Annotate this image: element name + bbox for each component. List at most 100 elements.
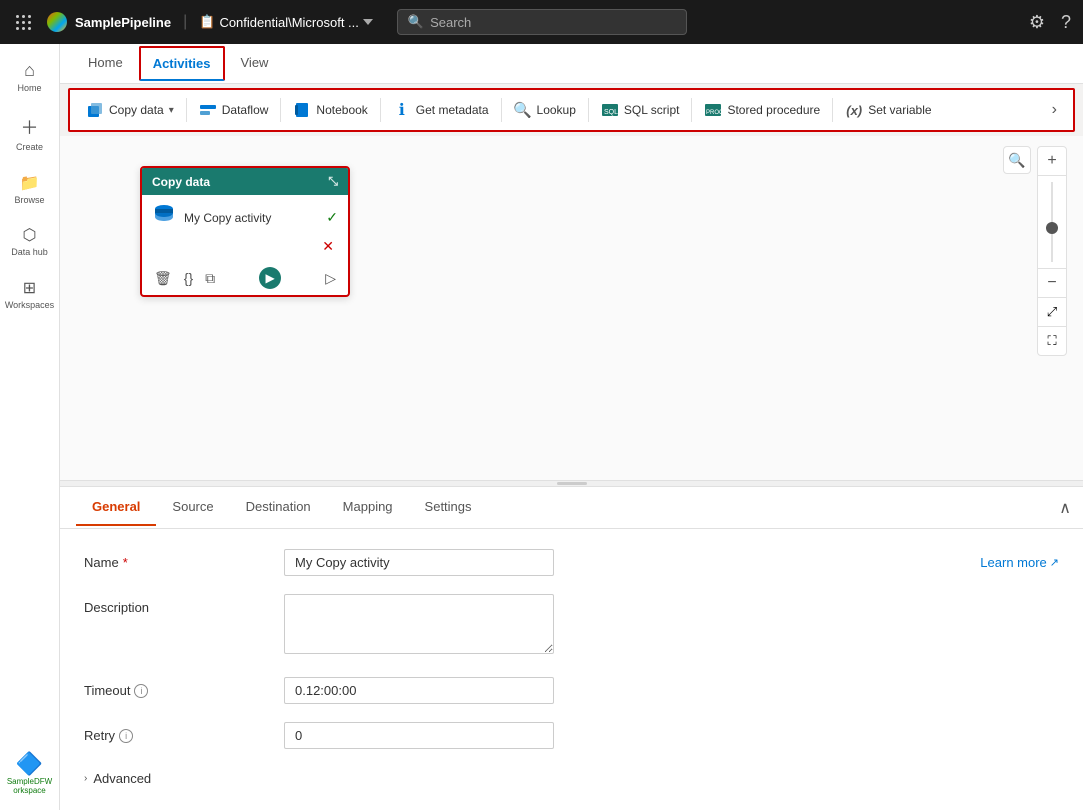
timeout-label: Timeout i [84, 677, 284, 698]
node-body: My Copy activity ✓ ✕ [142, 195, 348, 263]
sidebar-item-data-hub[interactable]: ⬡ Data hub [4, 217, 56, 266]
activity-set-variable[interactable]: (x) Set variable [837, 97, 939, 123]
home-icon: ⌂ [24, 60, 35, 81]
node-copy-button[interactable]: ⧉ [203, 268, 217, 289]
retry-info-icon[interactable]: i [119, 729, 133, 743]
search-bar[interactable]: 🔍 [397, 9, 687, 35]
activities-toolbar: Copy data ▾ Dataflow Notebook ℹ Get met [68, 88, 1075, 132]
description-form-row: Description [84, 594, 1059, 659]
node-expand-icon[interactable]: ⤡ [328, 174, 338, 189]
data-hub-icon: ⬡ [23, 225, 37, 245]
node-header: Copy data ⤡ [142, 168, 348, 195]
main-tabbar: Home Activities View [60, 44, 1083, 84]
timeout-form-row: Timeout i [84, 677, 1059, 704]
settings-icon[interactable]: ⚙ [1029, 12, 1045, 33]
lookup-label: Lookup [537, 103, 576, 117]
chevron-right-icon: › [84, 773, 87, 784]
node-code-button[interactable]: {} [182, 268, 195, 288]
node-activity-name: My Copy activity [184, 211, 318, 225]
svg-text:PROC: PROC [706, 110, 722, 116]
panel-tab-general[interactable]: General [76, 489, 156, 526]
help-icon[interactable]: ? [1061, 12, 1071, 33]
timeout-input[interactable] [284, 677, 554, 704]
activity-dataflow[interactable]: Dataflow [191, 97, 277, 123]
activity-stored-procedure[interactable]: PROC Stored procedure [696, 97, 828, 123]
name-form-row: Name * Learn more ↗ [84, 549, 1059, 576]
activity-sql-script[interactable]: SQL SQL script [593, 97, 688, 123]
activity-get-metadata[interactable]: ℹ Get metadata [385, 97, 497, 123]
name-label: Name * [84, 549, 284, 570]
name-input[interactable] [284, 549, 554, 576]
activity-copy-data[interactable]: Copy data ▾ [78, 97, 182, 123]
separator-7 [832, 98, 833, 122]
panel-content: Name * Learn more ↗ Description [60, 529, 1083, 810]
sidebar-item-workspaces[interactable]: ⊞ Workspaces [4, 270, 56, 319]
app-menu-button[interactable] [12, 11, 35, 34]
workspaces-icon: ⊞ [23, 278, 36, 298]
zoom-slider-track[interactable] [1051, 182, 1053, 262]
sidebar-item-sampledf[interactable]: 🔷 SampleDFW orkspace [0, 745, 59, 802]
copy-data-dropdown-icon[interactable]: ▾ [169, 105, 174, 116]
node-title: Copy data [152, 175, 210, 189]
learn-more-link[interactable]: Learn more ↗ [980, 549, 1059, 570]
node-run-button[interactable]: ▶ [259, 267, 281, 289]
resize-indicator [557, 482, 587, 485]
description-field [284, 594, 1059, 659]
separator-1 [186, 98, 187, 122]
tab-view[interactable]: View [229, 47, 281, 80]
description-textarea[interactable] [284, 594, 554, 654]
retry-label: Retry i [84, 722, 284, 743]
timeout-field [284, 677, 1059, 704]
sidebar-item-home[interactable]: ⌂ Home [4, 52, 56, 102]
canvas-search-button[interactable]: 🔍 [1003, 146, 1031, 174]
bottom-panel: General Source Destination Mapping Setti… [60, 486, 1083, 810]
workspace-selector[interactable]: 📋 Confidential\Microsoft ... [199, 14, 373, 30]
copy-data-node[interactable]: Copy data ⤡ My Copy activity ✓ ✕ [140, 166, 350, 297]
search-input[interactable] [430, 15, 670, 30]
activity-lookup[interactable]: 🔍 Lookup [506, 97, 584, 123]
topbar: SamplePipeline | 📋 Confidential\Microsof… [0, 0, 1083, 44]
separator-4 [501, 98, 502, 122]
separator-3 [380, 98, 381, 122]
zoom-controls: + − ⤢ ⛶ [1037, 146, 1067, 356]
panel-tab-destination[interactable]: Destination [230, 489, 327, 526]
sidebar-item-browse[interactable]: 📁 Browse [4, 165, 56, 214]
zoom-in-button[interactable]: + [1038, 147, 1066, 175]
zoom-fullscreen-button[interactable]: ⛶ [1038, 327, 1066, 355]
description-label: Description [84, 594, 284, 615]
sidebar: ⌂ Home ＋ Create 📁 Browse ⬡ Data hub ⊞ Wo… [0, 44, 60, 810]
tab-activities[interactable]: Activities [139, 46, 225, 81]
app-name: SamplePipeline [75, 15, 171, 30]
dataflow-label: Dataflow [222, 103, 269, 117]
panel-tab-mapping[interactable]: Mapping [327, 489, 409, 526]
timeout-info-icon[interactable]: i [134, 684, 148, 698]
panel-collapse-button[interactable]: ∧ [1059, 498, 1071, 518]
content-area: Home Activities View Copy data ▾ Dataflo… [60, 44, 1083, 810]
retry-input[interactable] [284, 722, 554, 749]
sidebar-item-create[interactable]: ＋ Create [4, 106, 56, 161]
node-next-button[interactable]: ▷ [323, 268, 338, 289]
sidebar-bottom: 🔷 SampleDFW orkspace [0, 745, 59, 802]
pipeline-canvas[interactable]: Copy data ⤡ My Copy activity ✓ ✕ [60, 136, 1083, 480]
zoom-slider-thumb[interactable] [1046, 222, 1058, 234]
panel-tab-source[interactable]: Source [156, 489, 229, 526]
lookup-icon: 🔍 [514, 101, 532, 119]
separator-6 [691, 98, 692, 122]
topbar-right-actions: ⚙ ? [1029, 12, 1071, 33]
node-delete-button[interactable]: 🗑 [152, 268, 174, 289]
advanced-label: Advanced [93, 771, 151, 786]
panel-tab-settings[interactable]: Settings [409, 489, 488, 526]
sql-script-label: SQL script [624, 103, 680, 117]
get-metadata-icon: ℹ [393, 101, 411, 119]
zoom-fit-button[interactable]: ⤢ [1038, 298, 1066, 326]
stored-procedure-label: Stored procedure [727, 103, 820, 117]
activity-notebook[interactable]: Notebook [285, 97, 375, 123]
activities-more-button[interactable]: › [1044, 97, 1065, 123]
svg-text:SQL: SQL [604, 109, 618, 116]
tab-home[interactable]: Home [76, 47, 135, 80]
advanced-toggle[interactable]: › Advanced [84, 767, 1059, 790]
node-db-icon [152, 203, 176, 232]
zoom-out-button[interactable]: − [1038, 269, 1066, 297]
sql-script-icon: SQL [601, 101, 619, 119]
data-factory-icon: 🔷 [16, 751, 43, 777]
